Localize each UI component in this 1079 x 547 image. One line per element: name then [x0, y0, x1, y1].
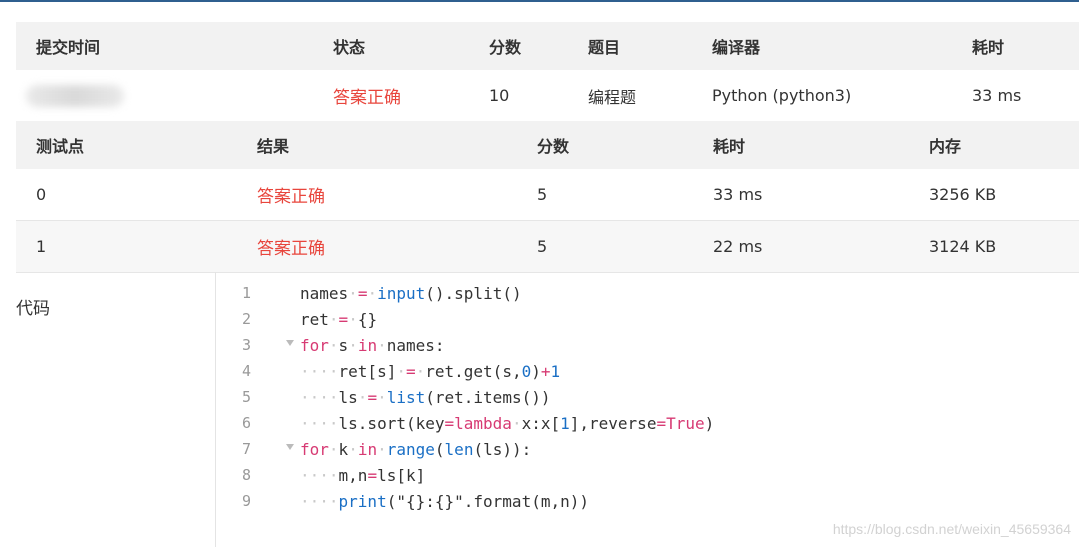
- code-text: ····ls.sort(key=lambda·x:x[1],reverse=Tr…: [300, 413, 715, 433]
- test-time: 33 ms: [713, 185, 763, 204]
- submission-row: 答案正确 10 编程题 Python (python3) 33 ms: [16, 70, 1079, 122]
- header-score: 分数: [489, 38, 522, 57]
- fold-arrow-icon[interactable]: [286, 444, 294, 450]
- line-number: 8: [242, 466, 252, 484]
- header-test-score: 分数: [537, 137, 570, 156]
- test-memory: 3256 KB: [929, 185, 997, 204]
- line-number: 3: [242, 336, 252, 354]
- header-result: 结果: [257, 137, 290, 156]
- code-line[interactable]: 9 ····print("{}:{}".format(m,n)): [216, 488, 1079, 514]
- test-table: 测试点 结果 分数 耗时 内存 0 答案正确 5 33 ms 3256 KB 1…: [16, 121, 1079, 273]
- test-header-row: 测试点 结果 分数 耗时 内存: [16, 121, 1079, 169]
- test-score: 5: [537, 237, 548, 256]
- submission-header-row: 提交时间 状态 分数 题目 编译器 耗时: [16, 22, 1079, 70]
- compiler-value: Python (python3): [712, 86, 852, 105]
- problem-type: 编程题: [588, 87, 637, 107]
- test-time: 22 ms: [713, 237, 763, 256]
- fold-arrow-icon[interactable]: [286, 340, 294, 346]
- code-section: 代码 1 names·=·input().split() 2 ret·=·{} 3 for…: [0, 272, 1079, 547]
- table-row: 0 答案正确 5 33 ms 3256 KB: [16, 169, 1079, 221]
- test-memory: 3124 KB: [929, 237, 997, 256]
- code-text: for·s·in·names:: [300, 335, 445, 355]
- header-time: 耗时: [972, 38, 1005, 57]
- table-row: 1 答案正确 5 22 ms 3124 KB: [16, 221, 1079, 273]
- code-text: ····ls·=·list(ret.items()): [300, 387, 551, 407]
- code-text: for·k·in·range(len(ls)):: [300, 439, 532, 459]
- header-test-time: 耗时: [713, 137, 746, 156]
- code-line[interactable]: 2 ret·=·{}: [216, 306, 1079, 332]
- line-number: 5: [242, 388, 252, 406]
- submission-table: 提交时间 状态 分数 题目 编译器 耗时 答案正确 10 编程题 Python …: [16, 22, 1079, 122]
- line-number: 2: [242, 310, 252, 328]
- line-number: 1: [242, 284, 252, 302]
- code-text: ····m,n=ls[k]: [300, 465, 426, 485]
- code-label: 代码: [16, 299, 50, 319]
- header-problem: 题目: [588, 38, 621, 57]
- line-number: 4: [242, 362, 252, 380]
- test-result[interactable]: 答案正确: [257, 221, 325, 272]
- header-memory: 内存: [929, 137, 962, 156]
- status-accepted[interactable]: 答案正确: [333, 70, 401, 121]
- code-line[interactable]: 8 ····m,n=ls[k]: [216, 462, 1079, 488]
- code-text: ····ret[s]·=·ret.get(s,0)+1: [300, 361, 561, 381]
- submit-time-blurred: [26, 70, 124, 121]
- score-value: 10: [489, 86, 510, 105]
- code-line[interactable]: 3 for·s·in·names:: [216, 332, 1079, 358]
- line-number: 6: [242, 414, 252, 432]
- header-compiler: 编译器: [712, 38, 761, 57]
- header-submit-time: 提交时间: [36, 38, 101, 57]
- test-point: 0: [36, 185, 47, 204]
- time-value: 33 ms: [972, 86, 1022, 105]
- header-test-point: 测试点: [36, 137, 85, 156]
- code-line[interactable]: 1 names·=·input().split(): [216, 280, 1079, 306]
- header-status: 状态: [333, 38, 366, 57]
- line-number: 9: [242, 492, 252, 510]
- code-line[interactable]: 4 ····ret[s]·=·ret.get(s,0)+1: [216, 358, 1079, 384]
- code-line[interactable]: 7 for·k·in·range(len(ls)):: [216, 436, 1079, 462]
- test-result[interactable]: 答案正确: [257, 169, 325, 220]
- code-text: names·=·input().split(): [300, 283, 522, 303]
- code-line[interactable]: 6 ····ls.sort(key=lambda·x:x[1],reverse=T…: [216, 410, 1079, 436]
- code-text: ret·=·{}: [300, 309, 378, 329]
- test-point: 1: [36, 237, 47, 256]
- code-editor[interactable]: 1 names·=·input().split() 2 ret·=·{} 3 for·s·…: [216, 280, 1079, 514]
- line-number: 7: [242, 440, 252, 458]
- code-text: ····print("{}:{}".format(m,n)): [300, 491, 589, 511]
- code-line[interactable]: 5 ····ls·=·list(ret.items()): [216, 384, 1079, 410]
- test-score: 5: [537, 185, 548, 204]
- watermark: https://blog.csdn.net/weixin_45659364: [832, 521, 1071, 537]
- top-border: [0, 0, 1079, 2]
